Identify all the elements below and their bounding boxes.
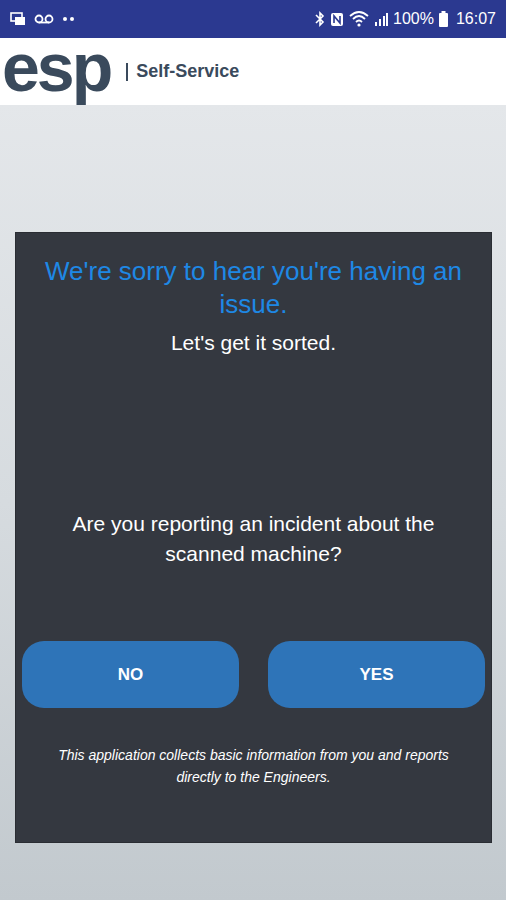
- answer-buttons: NO YES: [22, 641, 485, 708]
- nfc-icon: [330, 12, 344, 27]
- signal-icon: [374, 12, 388, 26]
- incident-dialog: We're sorry to hear you're having an iss…: [15, 232, 492, 843]
- voicemail-icon: [34, 13, 54, 25]
- answer-button[interactable]: YES: [268, 641, 485, 708]
- header-divider: [126, 63, 128, 81]
- battery-icon: [439, 11, 448, 27]
- dialog-title: We're sorry to hear you're having an iss…: [30, 255, 477, 321]
- background-photo: We're sorry to hear you're having an iss…: [0, 105, 506, 900]
- bluetooth-icon: [315, 11, 325, 27]
- clock: 16:07: [456, 7, 496, 31]
- app-header: espSelf-Service: [0, 38, 506, 105]
- more-notifications-icon: [62, 16, 76, 22]
- screen-share-icon: [10, 11, 26, 27]
- header-title: Self-Service: [136, 58, 239, 85]
- dialog-question: Are you reporting an incident about the …: [30, 509, 477, 569]
- esp-logo: esp: [0, 33, 110, 111]
- dialog-subtitle: Let's get it sorted.: [171, 329, 336, 357]
- wifi-icon: [349, 11, 369, 27]
- answer-button[interactable]: NO: [22, 641, 239, 708]
- battery-level: 100%: [393, 7, 434, 31]
- dialog-footer: This application collects basic informat…: [30, 744, 477, 788]
